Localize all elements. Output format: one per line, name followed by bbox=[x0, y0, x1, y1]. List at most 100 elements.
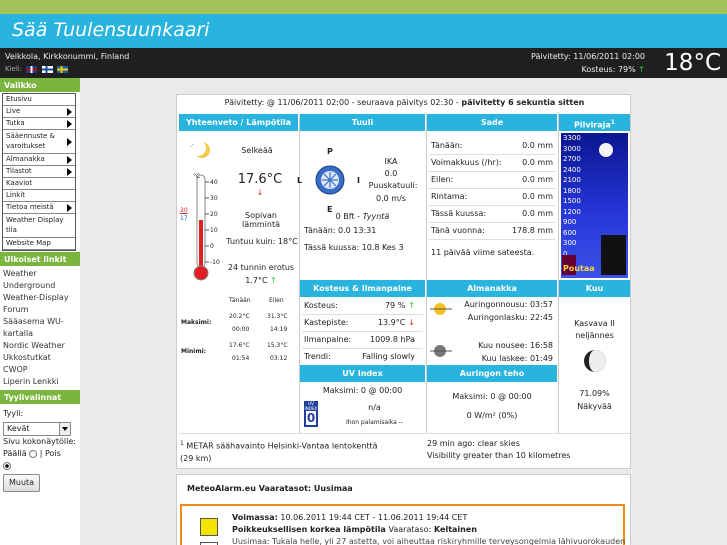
menu-item[interactable]: Linkit bbox=[3, 190, 75, 202]
min-yesterday-time: 03:12 bbox=[270, 355, 288, 362]
chevron-right-icon bbox=[67, 168, 72, 176]
rain-value: 0.0 mm bbox=[522, 158, 553, 167]
external-link[interactable]: CWOP bbox=[3, 364, 77, 376]
metar-station-text: METAR säähavainto Helsinki-Vantaa lentok… bbox=[180, 441, 378, 463]
trend-down-arrow-icon: ↓ bbox=[408, 318, 415, 327]
external-link[interactable]: Weather Underground bbox=[3, 268, 77, 292]
compass-north: P bbox=[327, 147, 333, 156]
moon-visible: Näkyvää bbox=[577, 402, 612, 411]
external-link[interactable]: Weather-Display Forum bbox=[3, 292, 77, 316]
thermo-mark: 30 bbox=[210, 195, 218, 202]
rain-label: Tässä kuussa: bbox=[431, 209, 487, 218]
cloudbase-chart: 3300 3000 2700 2400 2100 1800 1500 1200 900 600 30… bbox=[561, 133, 628, 278]
max-yesterday: 31.3°C bbox=[267, 313, 288, 320]
style-select-value: Kevät bbox=[7, 424, 30, 433]
site-title[interactable]: Sää Tuulensuunkaari bbox=[12, 19, 210, 41]
min-label: Minimi: bbox=[181, 348, 207, 355]
update-line-text: Päivitetty: @ 11/06/2011 02:00 - seuraav… bbox=[224, 98, 459, 107]
moon-phase-icon bbox=[583, 349, 607, 373]
metar-sky: 29 min ago: clear skies bbox=[427, 439, 520, 448]
divider bbox=[429, 205, 555, 206]
external-link[interactable]: Liperin Lenkki bbox=[3, 376, 77, 388]
menu-item[interactable]: Kaaviot bbox=[3, 178, 75, 190]
meteoalarm-title[interactable]: MeteoAlarm.eu Vaaratasot: Uusimaa bbox=[187, 484, 353, 493]
divider bbox=[429, 222, 555, 223]
wind-month: Tässä kuussa: 10.8 Kes 3 bbox=[304, 243, 404, 252]
humidity-value-text: Falling slowly bbox=[362, 352, 415, 361]
menu-item[interactable]: Live bbox=[3, 106, 75, 118]
summary-feels-like: Tuntuu kuin: 18°C bbox=[226, 237, 298, 246]
cloudbase-footnote: 1 bbox=[610, 119, 615, 126]
main-area: Päivitetty: @ 11/06/2011 02:00 - seuraav… bbox=[80, 78, 727, 545]
compass-west: L bbox=[297, 176, 303, 185]
summary-condition: Selkeää bbox=[241, 146, 273, 155]
menu-item[interactable]: Tutka bbox=[3, 118, 75, 130]
warning-headline: Poikkeuksellisen korkea lämpötila Vaarat… bbox=[232, 525, 477, 534]
menu-item[interactable]: Sääennuste & varoitukset bbox=[3, 130, 75, 154]
divider bbox=[429, 188, 555, 189]
divider bbox=[558, 114, 559, 434]
divider bbox=[179, 433, 630, 434]
menu-item[interactable]: Etusivu bbox=[3, 94, 75, 106]
flag-se-icon[interactable] bbox=[56, 65, 68, 73]
divider bbox=[429, 154, 555, 155]
header-summary: Yhteenveto / Lämpötila bbox=[179, 114, 298, 131]
rain-label: Tänä vuonna: bbox=[431, 226, 485, 235]
external-link[interactable]: Nordic Weather bbox=[3, 340, 77, 352]
menu-item-label: Almanakka bbox=[6, 155, 45, 163]
style-select[interactable]: Kevät bbox=[3, 422, 71, 436]
flag-fi-icon[interactable] bbox=[41, 65, 53, 73]
title-bar: Sää Tuulensuunkaari bbox=[0, 14, 727, 48]
external-link[interactable]: Sääasema WU-kartalla bbox=[3, 316, 77, 340]
width-off-radio[interactable] bbox=[3, 461, 11, 470]
menu-item[interactable]: Weather Display tila bbox=[3, 214, 75, 238]
cloudbase-level: 2400 bbox=[563, 165, 581, 174]
chevron-right-icon bbox=[67, 156, 72, 164]
menu-item-label: Website Map bbox=[6, 239, 51, 247]
cloudbase-level: 1800 bbox=[563, 186, 581, 195]
wind-bft-desc: Tyyntä bbox=[362, 212, 390, 221]
flag-uk-icon[interactable] bbox=[26, 65, 38, 73]
chevron-right-icon bbox=[67, 204, 72, 212]
wind-today: Tänään: 0.0 13:31 bbox=[304, 226, 377, 235]
menu-item-label: Tutka bbox=[6, 119, 25, 127]
uv-badge-value: 0 bbox=[306, 411, 316, 425]
summary-temp-value: 17.6°C bbox=[237, 172, 283, 187]
links-title: Ulkoiset linkit bbox=[0, 252, 80, 266]
solar-value: 0 W/m² (0%) bbox=[466, 411, 518, 420]
menu-item[interactable]: Website Map bbox=[3, 238, 75, 250]
info-bar: Veikkola, Kirkkonummi, Finland Kieli: Pä… bbox=[0, 48, 727, 78]
menu-item-label: Live bbox=[6, 107, 21, 115]
external-link[interactable]: Ukkostutkat bbox=[3, 352, 77, 364]
humidity-value: 13.9°C ↓ bbox=[349, 318, 415, 327]
minmax-header-yesterday: Eilen bbox=[269, 297, 284, 304]
moon-phase: Kasvava II neljännes bbox=[574, 319, 615, 340]
thermo-mark: 0 bbox=[210, 243, 214, 250]
rain-label: Voimakkuus (/hr): bbox=[431, 158, 502, 167]
header-cloudbase: Pilviraja1 bbox=[559, 114, 630, 131]
update-line: Päivitetty: @ 11/06/2011 02:00 - seuraav… bbox=[177, 98, 632, 107]
moon-icon bbox=[599, 143, 613, 157]
sidebar: Valikko Etusivu Live Tutka Sääennuste & var… bbox=[0, 78, 80, 545]
change-style-button[interactable]: Muuta bbox=[3, 474, 41, 492]
rain-label: Eilen: bbox=[431, 175, 454, 184]
cloudbase-level: 900 bbox=[563, 218, 577, 226]
update-line-age: päivitetty 6 sekuntia sitten bbox=[461, 98, 585, 107]
language-selector: Kieli: bbox=[5, 65, 68, 73]
header-humidity-pressure: Kosteus & Ilmanpaine bbox=[300, 280, 425, 297]
warning-valid: Voimassa: 10.06.2011 19:44 CET - 11.06.2… bbox=[232, 513, 467, 522]
width-on-radio[interactable] bbox=[29, 449, 38, 458]
menu-item[interactable]: Tilastot bbox=[3, 166, 75, 178]
max-today: 20.2°C bbox=[229, 313, 250, 320]
humidity-label: Ilmanpaine: bbox=[304, 335, 352, 344]
cloudbase-level: 2100 bbox=[563, 176, 581, 184]
header-cloudbase-label: Pilviraja bbox=[574, 120, 611, 130]
menu-item[interactable]: Almanakka bbox=[3, 154, 75, 166]
almanac-moonrise: Kuu nousee: 16:58 bbox=[478, 341, 553, 350]
menu-item[interactable]: Tietoa meistä bbox=[3, 202, 75, 214]
width-label: Sivu kokonäytölle: bbox=[3, 437, 76, 446]
warning-valid-range: 10.06.2011 19:44 CET - 11.06.2011 19:44 … bbox=[280, 513, 468, 522]
humidity-value-text: 79 % bbox=[384, 301, 406, 310]
metar-visibility: Visibility greater than 10 kilometres bbox=[427, 451, 571, 460]
chevron-down-icon bbox=[59, 423, 70, 435]
